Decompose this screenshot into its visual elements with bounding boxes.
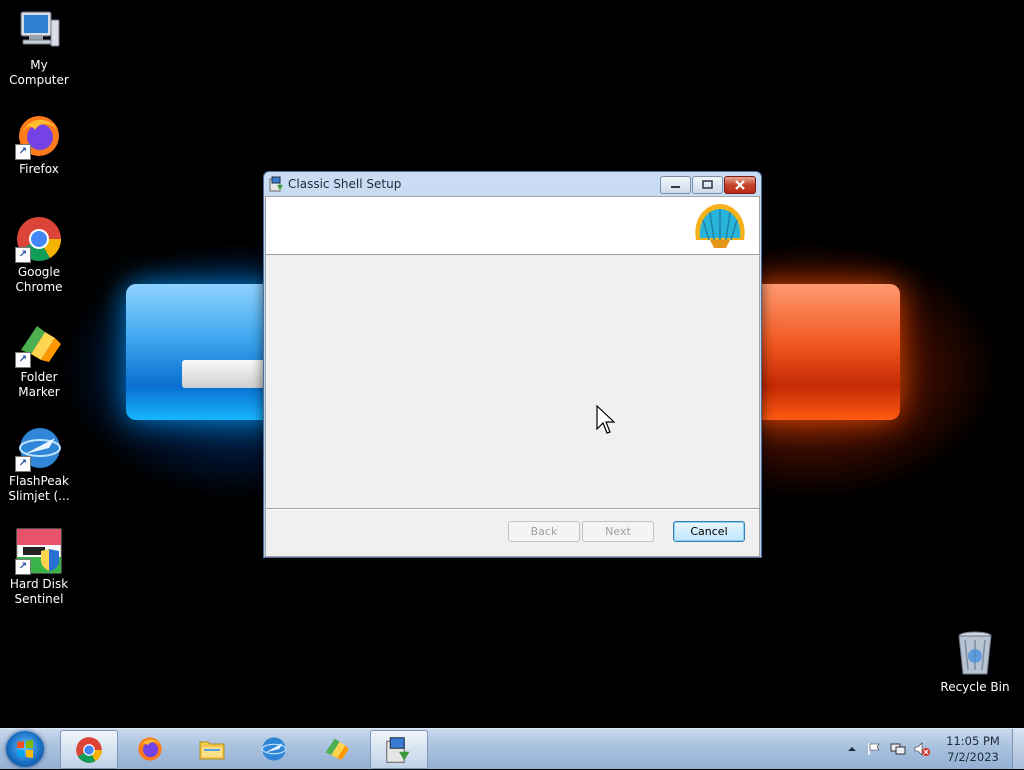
desktop-icon-recycle-bin[interactable]: Recycle Bin [938,630,1012,695]
windows-logo-icon [17,740,33,758]
shortcut-arrow-icon: ↗ [15,456,31,472]
taskbar-classic-shell-setup-button[interactable] [370,730,428,769]
shortcut-arrow-icon: ↗ [15,144,31,160]
installer-icon [385,736,413,764]
close-button[interactable] [724,176,756,194]
taskbar-slimjet-button[interactable] [246,730,302,767]
chrome-icon [75,736,103,764]
computer-icon [15,8,63,56]
chrome-icon: ↗ [15,215,63,263]
desktop-icon-label: Firefox [19,162,59,176]
setup-banner [266,197,759,255]
clock-time: 11:05 PM [946,734,1000,748]
taskbar: 11:05 PM 7/2/2023 [0,728,1024,769]
cancel-button[interactable]: Cancel [673,521,745,542]
back-button[interactable]: Back [508,521,580,542]
wallpaper-blue-panel [126,284,286,420]
close-icon [735,180,745,190]
desktop-icon-label: Hard Disk Sentinel [9,577,69,606]
maximize-icon [702,180,713,189]
recycle-bin-icon [951,630,999,678]
window-client-area: Back Next Cancel [265,196,760,557]
desktop-icon-folder-marker[interactable]: ↗ Folder Marker [0,320,78,400]
classic-shell-logo [690,200,750,252]
setup-window[interactable]: Classic Shell Setup Back Next Cancel [263,171,762,558]
start-button[interactable] [6,731,44,767]
slimjet-icon: ↗ [15,424,63,472]
shortcut-arrow-icon: ↗ [15,352,31,368]
taskbar-chrome-button[interactable] [60,730,118,769]
desktop-icon-label: Folder Marker [18,370,60,399]
taskbar-folder-marker-button[interactable] [308,730,364,767]
footer-separator [266,508,759,510]
hdsentinel-icon: ↗ [15,527,63,575]
installer-icon [269,176,285,192]
minimize-icon [671,186,680,188]
next-button[interactable]: Next [582,521,654,542]
taskbar-clock[interactable]: 11:05 PM 7/2/2023 [940,733,1006,765]
mouse-cursor-icon [596,404,616,435]
shortcut-arrow-icon: ↗ [15,559,31,575]
slimjet-icon [260,735,288,763]
desktop-icon-label: FlashPeak Slimjet (... [8,474,70,503]
desktop-icon-slimjet[interactable]: ↗ FlashPeak Slimjet (... [0,424,78,504]
folder-marker-icon: ↗ [15,320,63,368]
desktop-icon-hard-disk-sentinel[interactable]: ↗ Hard Disk Sentinel [0,527,78,607]
volume-muted-icon[interactable] [914,741,930,757]
explorer-icon [198,735,226,763]
desktop-icon-label: Google Chrome [15,265,63,294]
firefox-icon [136,735,164,763]
taskbar-explorer-button[interactable] [184,730,240,767]
taskbar-firefox-button[interactable] [122,730,178,767]
clock-date: 7/2/2023 [947,750,999,764]
show-hidden-icons-icon[interactable] [844,741,860,757]
wallpaper-blue-bar [182,360,272,388]
window-title: Classic Shell Setup [288,177,402,191]
network-icon[interactable] [890,741,906,757]
window-titlebar[interactable]: Classic Shell Setup [264,172,761,196]
desktop-icon-label: My Computer [9,58,69,87]
desktop-icon-my-computer[interactable]: My Computer [0,8,78,88]
firefox-icon: ↗ [15,112,63,160]
folder-marker-icon [322,735,350,763]
minimize-button[interactable] [660,176,691,194]
desktop-icon-firefox[interactable]: ↗ Firefox [0,112,78,177]
desktop-icon-google-chrome[interactable]: ↗ Google Chrome [0,215,78,295]
maximize-button[interactable] [692,176,723,194]
wallpaper-red-panel [740,284,900,420]
shortcut-arrow-icon: ↗ [15,247,31,263]
desktop-icon-label: Recycle Bin [940,680,1010,694]
action-center-flag-icon[interactable] [866,741,882,757]
show-desktop-button[interactable] [1012,729,1024,769]
